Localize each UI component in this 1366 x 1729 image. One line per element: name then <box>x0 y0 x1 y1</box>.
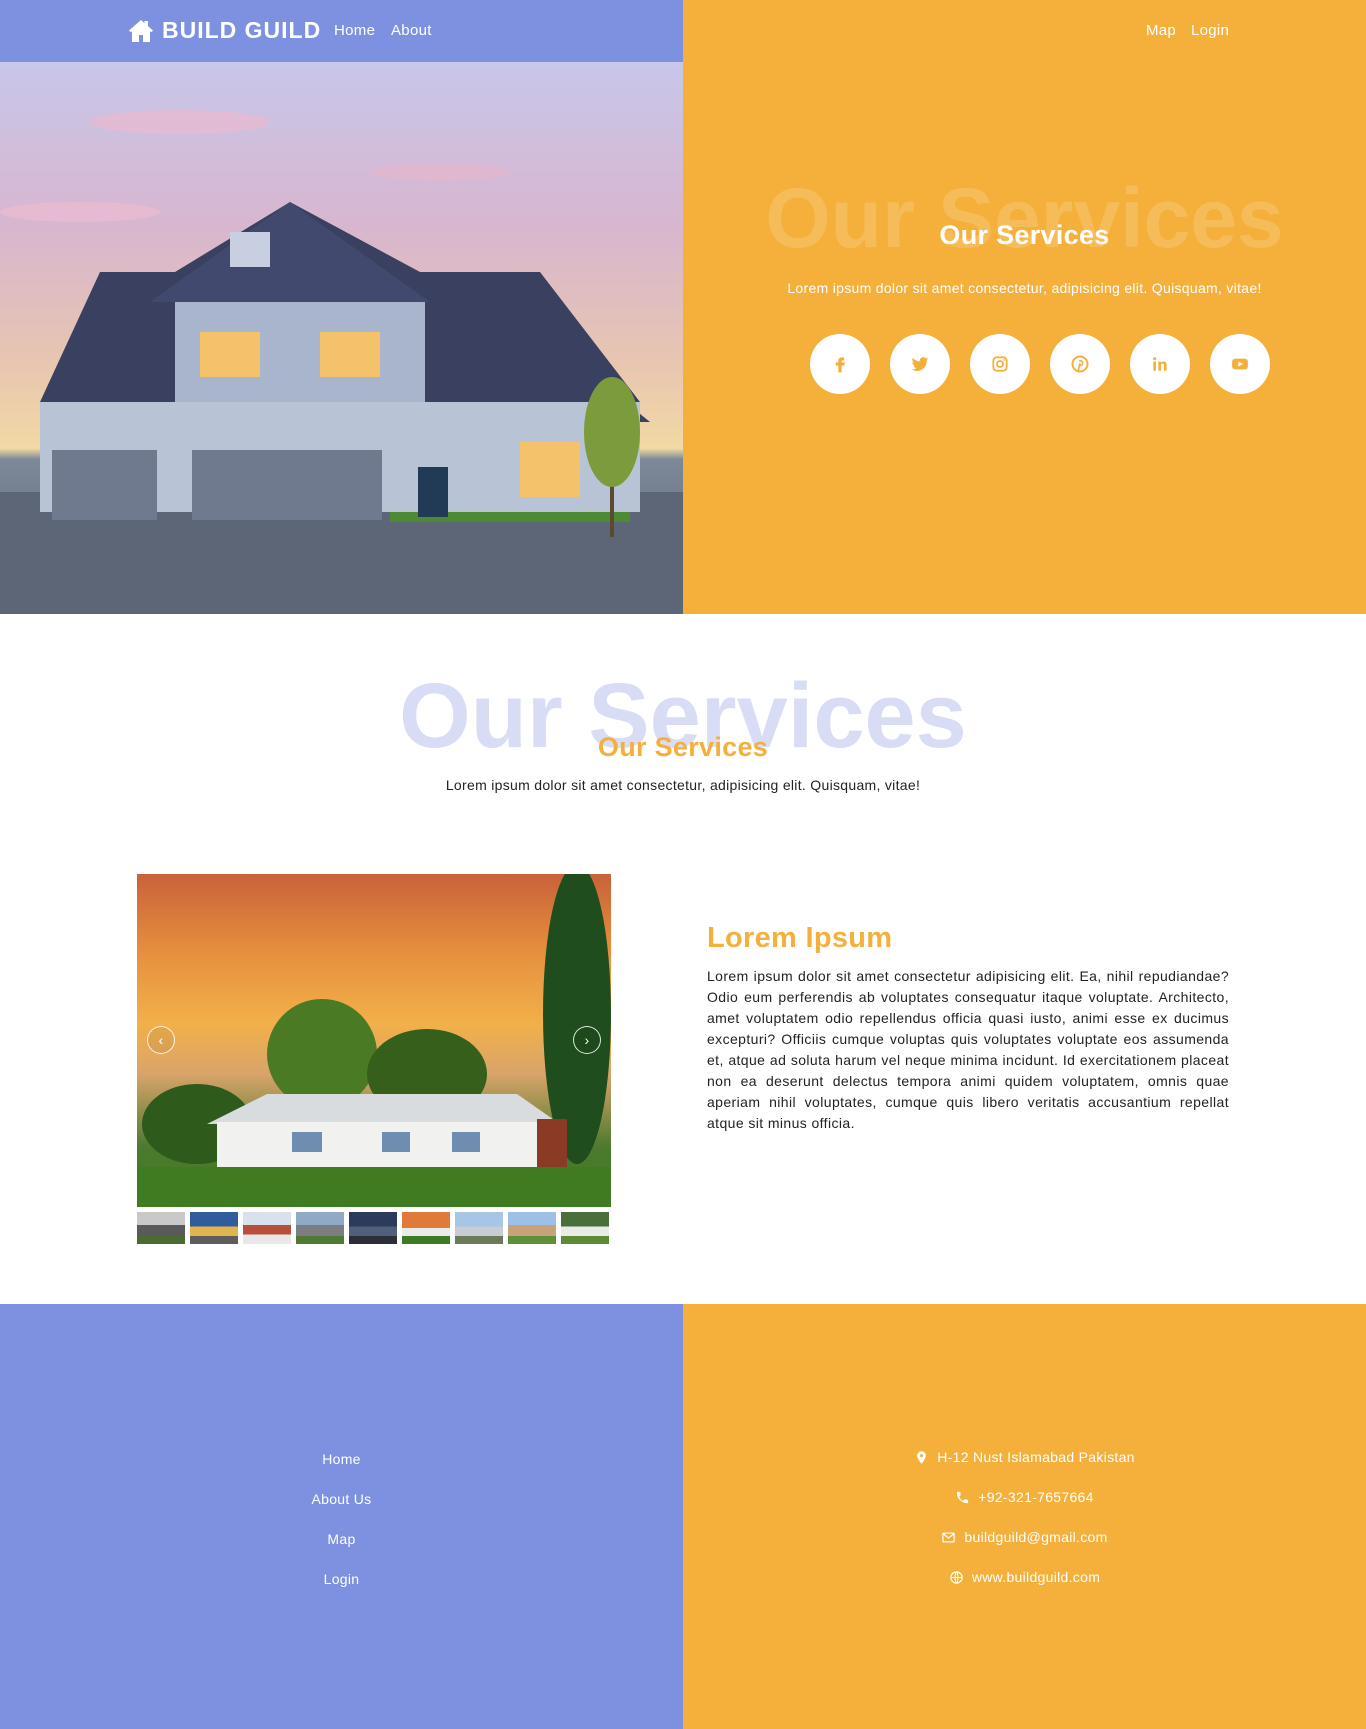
instagram-button[interactable] <box>970 334 1030 394</box>
footer-links-panel: Home About Us Map Login <box>0 1304 683 1729</box>
linkedin-button[interactable] <box>1130 334 1190 394</box>
carousel-slide-image <box>137 874 611 1207</box>
brand-name: BUILD GUILD <box>162 17 322 43</box>
instagram-icon <box>992 356 1008 372</box>
nav-about-link[interactable]: About <box>391 22 432 39</box>
contact-phone: +92-321-7657664 <box>683 1489 1366 1505</box>
linkedin-icon <box>1153 357 1167 371</box>
website-text[interactable]: www.buildguild.com <box>972 1569 1100 1585</box>
contact-address: H-12 Nust Islamabad Pakistan <box>683 1449 1366 1465</box>
twitter-button[interactable] <box>890 334 950 394</box>
house-illustration <box>0 110 683 614</box>
chevron-left-icon: ‹ <box>158 1032 164 1048</box>
thumbnail-5[interactable] <box>349 1212 397 1244</box>
footer-link-map[interactable]: Map <box>0 1531 683 1547</box>
youtube-icon <box>1232 358 1248 370</box>
map-marker-icon <box>917 1450 927 1464</box>
footer-link-home[interactable]: Home <box>0 1451 683 1467</box>
chevron-right-icon: › <box>584 1032 590 1048</box>
youtube-button[interactable] <box>1210 334 1270 394</box>
hero-subtitle: Lorem ipsum dolor sit amet consectetur, … <box>787 280 1262 296</box>
nav-login-link[interactable]: Login <box>1191 22 1229 39</box>
carousel-next-button[interactable]: › <box>573 1026 601 1054</box>
nav-home-link[interactable]: Home <box>334 22 375 39</box>
twitter-icon <box>911 357 929 371</box>
address-text: H-12 Nust Islamabad Pakistan <box>937 1449 1135 1465</box>
hero-section: Our Services Our Services Lorem ipsum do… <box>0 0 1366 614</box>
pinterest-button[interactable] <box>1050 334 1110 394</box>
facebook-icon <box>835 357 845 373</box>
footer-link-about[interactable]: About Us <box>0 1491 683 1507</box>
image-carousel[interactable]: ‹ › <box>137 874 611 1207</box>
thumbnail-8[interactable] <box>508 1212 556 1244</box>
hero-title: Our Services <box>939 220 1110 250</box>
nav-map-link[interactable]: Map <box>1146 22 1176 39</box>
pinterest-icon <box>1071 355 1089 373</box>
top-navbar: BUILD GUILD Home About Map Login <box>0 0 1366 62</box>
globe-icon <box>950 1570 963 1584</box>
ghost-title: Our Services <box>765 171 1284 265</box>
thumbnail-9[interactable] <box>561 1212 609 1244</box>
carousel-thumbnails <box>137 1212 611 1244</box>
carousel-prev-button[interactable]: ‹ <box>147 1026 175 1054</box>
thumbnail-2[interactable] <box>190 1212 238 1244</box>
thumbnail-7[interactable] <box>455 1212 503 1244</box>
feature-title: Lorem Ipsum <box>707 922 893 954</box>
home-icon <box>129 19 153 42</box>
brand-logo[interactable]: BUILD GUILD <box>128 17 321 44</box>
feature-description: Lorem ipsum dolor sit amet consectetur a… <box>707 968 1229 1131</box>
contact-website: www.buildguild.com <box>683 1569 1366 1585</box>
footer-link-login[interactable]: Login <box>0 1571 683 1587</box>
services-subtitle: Lorem ipsum dolor sit amet consectetur, … <box>445 777 921 793</box>
thumbnail-6[interactable] <box>402 1212 450 1244</box>
hero-house-image <box>0 62 683 614</box>
thumbnail-4[interactable] <box>296 1212 344 1244</box>
thumbnail-1[interactable] <box>137 1212 185 1244</box>
envelope-icon <box>942 1532 956 1542</box>
footer-contact-panel: H-12 Nust Islamabad Pakistan +92-321-765… <box>683 1304 1366 1729</box>
email-text[interactable]: buildguild@gmail.com <box>964 1529 1107 1545</box>
hero-services-panel: Our Services Our Services Lorem ipsum do… <box>683 0 1366 614</box>
social-links <box>810 334 1270 394</box>
thumbnail-3[interactable] <box>243 1212 291 1244</box>
phone-text[interactable]: +92-321-7657664 <box>978 1489 1093 1505</box>
contact-email: buildguild@gmail.com <box>683 1529 1366 1545</box>
phone-icon <box>957 1491 969 1503</box>
facebook-button[interactable] <box>810 334 870 394</box>
services-title: Our Services <box>597 732 769 762</box>
